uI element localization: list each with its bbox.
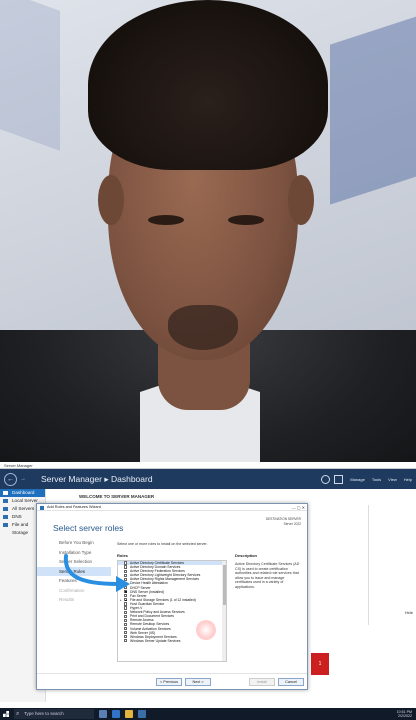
forward-icon[interactable]: → [20, 476, 27, 482]
role-item[interactable]: Windows Server Update Services [118, 639, 226, 643]
roles-scrollbar[interactable] [222, 561, 226, 661]
breadcrumb-section: Dashboard [110, 473, 153, 484]
sidebar-item-label: Local Server [12, 498, 38, 503]
taskbar: Type here to search 10:51 PM 2/2/2022 [0, 708, 416, 720]
background-panel [0, 0, 60, 151]
wizard-heading: Select server roles [53, 523, 124, 533]
role-checkbox[interactable] [124, 622, 128, 626]
window-controls[interactable]: — ▢ ✕ [292, 504, 305, 511]
start-button[interactable] [0, 708, 12, 720]
description-header: Description [235, 553, 258, 558]
wizard-intro: Select one or more roles to install on t… [117, 542, 208, 546]
role-checkbox[interactable] [124, 598, 128, 602]
dns-icon [3, 515, 8, 519]
cancel-button[interactable]: Cancel [278, 678, 304, 686]
role-checkbox[interactable] [124, 630, 128, 635]
servers-icon [3, 507, 8, 511]
background-panel [330, 15, 416, 205]
step-before-you-begin[interactable]: Before You Begin [37, 538, 111, 548]
person-ear [288, 175, 314, 225]
edge-icon[interactable] [112, 710, 120, 718]
webcam-video [0, 0, 416, 462]
sidebar-item-label: File and Storage [12, 522, 29, 535]
role-checkbox[interactable] [124, 635, 128, 639]
back-button[interactable]: ← [4, 472, 17, 486]
window-title: Server Manager [4, 463, 33, 468]
person-beard [168, 305, 238, 350]
welcome-heading: WELCOME TO SERVER MANAGER [79, 494, 155, 499]
windows-logo-icon [3, 711, 9, 717]
dashboard-icon [3, 491, 8, 495]
task-view-icon[interactable] [99, 710, 107, 718]
person-ear [98, 175, 124, 225]
wizard-button-row: < Previous Next > Install Cancel [37, 673, 307, 689]
role-description: Active Directory Certificate Services (A… [235, 562, 300, 589]
next-button[interactable]: Next > [185, 678, 211, 686]
menu-tools[interactable]: Tools [372, 477, 381, 482]
add-roles-wizard: Add Roles and Features Wizard — ▢ ✕ Sele… [36, 503, 308, 690]
role-checkbox[interactable] [124, 610, 128, 614]
role-checkbox[interactable] [124, 606, 128, 610]
breadcrumb-separator: ▸ [104, 473, 109, 484]
person-eye [228, 215, 264, 225]
role-checkbox[interactable] [124, 626, 128, 631]
server-icon [3, 499, 8, 503]
sidebar-item-label: Dashboard [12, 490, 35, 495]
sidebar-item-label: DNS [12, 514, 22, 519]
annotation-arrow-icon [63, 554, 130, 592]
file-explorer-icon[interactable] [125, 710, 133, 718]
taskbar-clock[interactable]: 10:51 PM 2/2/2022 [397, 710, 412, 719]
menu-manage[interactable]: Manage [350, 477, 364, 482]
refresh-icon[interactable] [321, 474, 331, 484]
server-manager-icon[interactable] [138, 710, 146, 718]
breadcrumb-app: Server Manager [41, 473, 102, 484]
sidebar-item-dashboard[interactable]: Dashboard [0, 489, 45, 497]
dashboard-tile: Hide [368, 505, 416, 625]
notifications-flag-icon[interactable] [334, 474, 344, 484]
status-badge[interactable]: 1 [311, 653, 329, 675]
breadcrumb: Server Manager ▸ Dashboard [41, 474, 317, 485]
scrollbar-thumb[interactable] [222, 565, 226, 605]
hide-link[interactable]: Hide [405, 610, 413, 615]
role-checkbox[interactable] [124, 614, 128, 618]
role-checkbox[interactable] [124, 594, 128, 598]
role-checkbox[interactable] [124, 639, 128, 643]
wizard-titlebar: Add Roles and Features Wizard — ▢ ✕ [37, 504, 307, 511]
menu-help[interactable]: Help [404, 477, 412, 482]
role-checkbox[interactable] [124, 602, 128, 606]
destination-value: Server 2022 [283, 521, 301, 526]
server-manager-header: ← → Server Manager ▸ Dashboard Manage To… [0, 469, 416, 489]
wizard-title: Add Roles and Features Wizard [47, 505, 101, 509]
role-checkbox[interactable] [124, 618, 128, 622]
step-results: Results [59, 597, 75, 602]
window-titlebar: Server Manager [0, 462, 416, 469]
person-eye [148, 215, 184, 225]
person-hair [88, 0, 328, 170]
storage-icon [3, 523, 8, 527]
destination-label: DESTINATION SERVER [265, 517, 301, 521]
install-button: Install [249, 678, 275, 686]
menu-view[interactable]: View [388, 477, 397, 482]
sidebar-item-label: All Servers [12, 506, 35, 511]
previous-button[interactable]: < Previous [156, 678, 182, 686]
destination-server: DESTINATION SERVER Server 2022 [266, 517, 301, 526]
taskbar-search[interactable]: Type here to search [14, 709, 94, 719]
cursor-highlight-icon [196, 620, 216, 640]
clock-date: 2/2/2022 [398, 714, 412, 718]
role-label: Windows Server Update Services [130, 638, 181, 643]
